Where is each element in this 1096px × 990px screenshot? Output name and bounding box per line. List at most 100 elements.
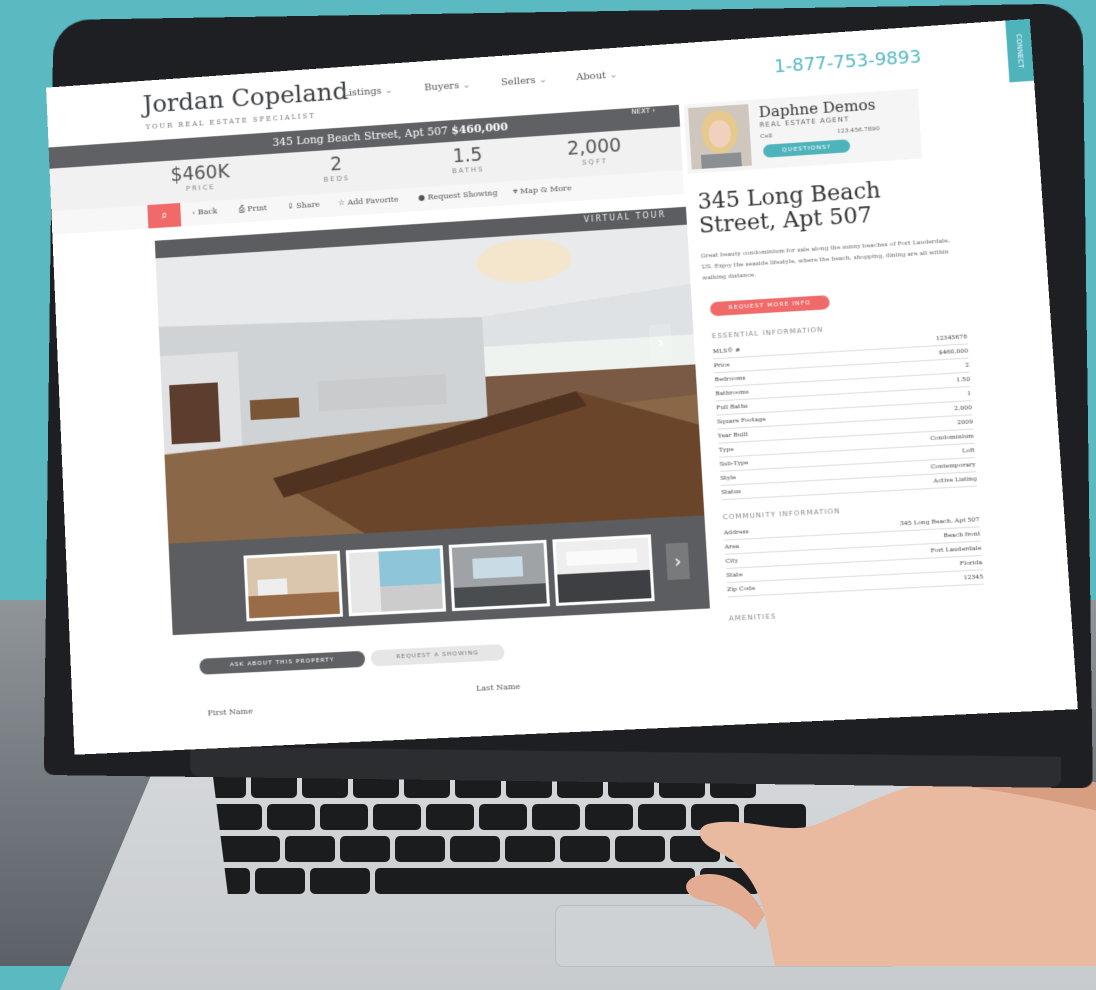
stat-beds: 2 BEDS — [277, 150, 396, 187]
info-key: Price — [713, 361, 730, 370]
info-key: Status — [721, 488, 742, 497]
map-pin-icon: ⌖ — [512, 186, 518, 197]
essential-info-heading: ESSENTIAL INFORMATION — [711, 325, 824, 341]
thumbnail-image — [348, 548, 444, 614]
photo-gallery: VIRTUAL TOUR › › — [154, 206, 710, 636]
info-key: City — [725, 557, 739, 565]
info-value: 345 Long Beach, Apt 507 — [899, 516, 980, 528]
share-button[interactable]: ⇪ Share — [287, 200, 320, 211]
info-key: Area — [724, 542, 740, 551]
key — [373, 804, 421, 830]
thumbnail-image — [451, 542, 547, 608]
community-info-heading: COMMUNITY INFORMATION — [722, 507, 841, 522]
request-showing-button[interactable]: ● Request Showing — [418, 188, 498, 202]
key — [426, 804, 474, 830]
add-favorite-button[interactable]: ☆ Add Favorite — [338, 195, 399, 208]
stat-baths: 1.5 BATHS — [408, 141, 528, 178]
avatar — [688, 104, 752, 170]
key — [560, 836, 610, 862]
info-value: 2,000 — [953, 404, 973, 413]
thumbnail[interactable] — [243, 550, 344, 622]
info-key: Sub-Type — [719, 459, 749, 468]
nav-buyers[interactable]: Buyers — [424, 80, 471, 93]
thumbnail[interactable] — [552, 534, 655, 606]
key — [267, 804, 315, 830]
info-key: Year Built — [717, 430, 749, 440]
nav-sellers[interactable]: Sellers — [501, 74, 548, 88]
thumbnail[interactable] — [448, 539, 551, 612]
info-key: Bathrooms — [715, 388, 750, 398]
info-value: Condominium — [929, 432, 975, 443]
info-key: Address — [723, 528, 749, 537]
listing-title: 345 Long Beach Street, Apt 507 — [696, 178, 882, 239]
share-icon: ⇪ — [287, 201, 295, 211]
search-icon: ⌕ — [160, 208, 168, 222]
back-button[interactable]: ‹ Back — [192, 206, 217, 216]
questions-button[interactable]: QUESTIONS? — [762, 139, 851, 158]
info-key: Bedrooms — [714, 374, 746, 384]
tool-label: Print — [247, 203, 268, 214]
info-value: 2 — [964, 361, 970, 369]
info-value: 12345 — [963, 573, 984, 582]
tab-request-showing[interactable]: REQUEST A SHOWING — [370, 643, 505, 667]
thumbnail-image — [555, 537, 652, 603]
key — [255, 868, 305, 894]
key — [310, 868, 370, 894]
key — [320, 804, 368, 830]
thumbnail-image — [246, 553, 340, 619]
info-value: Fort Lauderdale — [930, 544, 982, 555]
connect-tab[interactable]: CONNECT — [1005, 18, 1035, 83]
listing-description: Great beauty condominium for sale along … — [700, 237, 951, 282]
gallery-next-arrow[interactable]: › — [648, 323, 673, 361]
last-name-label: Last Name — [475, 681, 521, 693]
chat-icon: ● — [418, 192, 426, 203]
key — [585, 804, 633, 830]
info-key: State — [726, 571, 743, 580]
agent-cell-label: Cell — [760, 132, 773, 141]
virtual-tour-link[interactable]: VIRTUAL TOUR — [583, 210, 666, 224]
main-listing-photo[interactable] — [155, 224, 705, 544]
info-value: 1.50 — [956, 375, 971, 384]
agent-cell-number[interactable]: 123.456.7890 — [837, 125, 880, 135]
nav-about[interactable]: About — [576, 69, 618, 83]
phone-number[interactable]: 1-877-753-9893 — [773, 46, 921, 77]
tool-label: Map & More — [519, 183, 572, 196]
key — [532, 804, 580, 830]
info-value: 12345678 — [935, 333, 968, 343]
browser-screen: Jordan Copeland YOUR REAL ESTATE SPECIAL… — [46, 18, 1078, 755]
chevron-left-icon: ‹ — [192, 207, 196, 217]
next-listing-link[interactable]: NEXT › — [631, 106, 655, 115]
info-value: 2009 — [956, 418, 974, 427]
search-button[interactable]: ⌕ — [147, 202, 182, 229]
key — [450, 836, 500, 862]
amenities-heading: AMENITIES — [728, 612, 777, 623]
print-button[interactable]: ⎙ Print — [239, 203, 268, 215]
thumbnail-next-arrow[interactable]: › — [665, 542, 690, 581]
living-room-photo — [155, 224, 705, 544]
info-key: Zip Code — [726, 584, 756, 594]
key — [285, 836, 335, 862]
stat-sqft: 2,000 SQFT — [534, 132, 655, 170]
nav-listings[interactable]: Listings — [342, 85, 393, 99]
listing-price: $460,000 — [450, 120, 509, 137]
brand-name[interactable]: Jordan Copeland — [142, 76, 349, 118]
request-more-info-button[interactable]: REQUEST MORE INFO — [709, 295, 830, 317]
tool-label: Request Showing — [427, 188, 498, 202]
space-key — [375, 868, 695, 894]
key — [479, 804, 527, 830]
info-value: Loft — [961, 446, 976, 455]
info-value: 1 — [966, 389, 972, 398]
thumbnail[interactable] — [345, 545, 447, 617]
info-key: Type — [718, 445, 734, 454]
tool-label: Share — [296, 199, 320, 211]
tool-label: Add Favorite — [347, 194, 399, 207]
tool-label: Back — [197, 206, 218, 217]
info-value: Beach front — [943, 530, 981, 540]
tab-ask-about-property[interactable]: ASK ABOUT THIS PROPERTY — [199, 650, 366, 675]
info-value: Contemporary — [930, 461, 976, 471]
info-key: MLS® # — [712, 346, 741, 356]
print-icon: ⎙ — [238, 204, 246, 214]
info-key: Style — [720, 474, 737, 483]
key — [340, 836, 390, 862]
map-more-button[interactable]: ⌖ Map & More — [513, 183, 572, 197]
